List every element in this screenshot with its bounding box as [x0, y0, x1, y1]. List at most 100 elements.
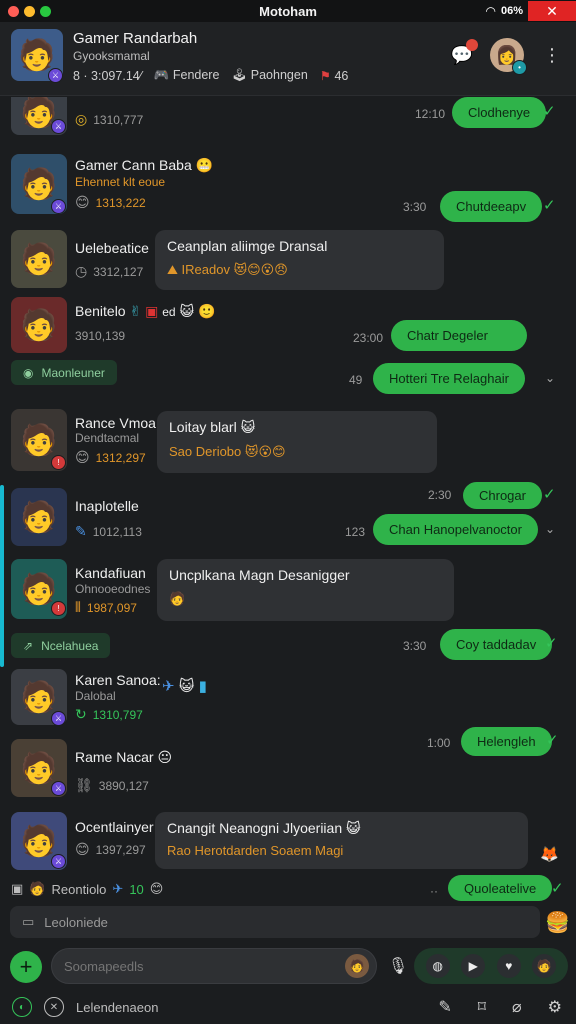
read-check-icon: ✓: [543, 486, 556, 503]
list-item[interactable]: 🧑 ⚔ ◎ 1310,777 12:10 Clodhenye ✓: [0, 97, 576, 145]
timestamp: 12:10: [415, 107, 446, 121]
list-item[interactable]: ▣ 🧑 Reontiolo ✈ 10 😊 ·· Quoleatelive ✓: [0, 875, 576, 905]
video-icon[interactable]: ▶: [461, 954, 486, 978]
member-count: 😊 1312,297: [75, 449, 146, 465]
feather-icon: ✎: [75, 523, 87, 539]
attach-icon[interactable]: ⌀: [512, 997, 522, 1017]
verified-badge-icon: ⚔: [48, 68, 63, 83]
timestamp: 3:30: [403, 639, 427, 653]
heart-icon[interactable]: ♥: [496, 954, 521, 978]
add-attachment-button[interactable]: +: [10, 951, 42, 983]
globe-icon[interactable]: ◍: [425, 954, 450, 978]
list-item[interactable]: 🧑 ⚔ Gamer Cann Baba 😬 Ehennet klt eoue 😊…: [0, 154, 576, 222]
notification-dot: [466, 39, 478, 51]
outgoing-message[interactable]: Helengleh: [461, 727, 552, 756]
member-count: ◎ 1310,777: [75, 111, 144, 127]
verified-badge-icon: ⚔: [51, 854, 66, 869]
close-icon[interactable]: ✕: [44, 997, 64, 1017]
microphone-icon[interactable]: 🎙: [386, 954, 410, 978]
message-input[interactable]: [51, 948, 377, 984]
read-check-icon: ✓: [546, 732, 559, 749]
status-pill[interactable]: ◉ Maonleuner: [11, 360, 117, 385]
list-item[interactable]: 🧑 ! Kandafiuan Ohnooeodnes ⫴ 1987,097 Unc…: [0, 559, 576, 669]
member-count: 😊 1397,297: [75, 841, 146, 857]
outgoing-message[interactable]: Chrogar: [463, 482, 542, 509]
list-item[interactable]: 🧑 Benitelo ✌ ▣ ed 😺 🙂 3910,139 23:00 Cha…: [0, 297, 576, 394]
verified-badge-icon: ⚔: [51, 711, 66, 726]
chat-name: Rance Vmoa:: [75, 415, 160, 431]
timestamp: 3:30: [403, 200, 427, 214]
member-count: ◷ 3312,127: [75, 263, 144, 279]
status-pill[interactable]: ⇗ Ncelahuea: [11, 633, 111, 658]
close-window-button[interactable]: ✕: [528, 1, 576, 21]
avatar[interactable]: 🧑: [11, 488, 67, 546]
message-subtext: Rao Herotdarden Soaem Magi: [167, 843, 344, 858]
smile-icon: 😊: [75, 841, 90, 857]
incoming-message[interactable]: Ceanplan aliimge Dransal ⛰ IReadov 😻😊😮😠: [155, 230, 444, 290]
incoming-message[interactable]: Uncplkana Magn Desanigger 🧑: [157, 559, 454, 621]
more-menu-button[interactable]: ⋮: [538, 41, 566, 69]
chat-subtitle: Ehennet klt eoue: [75, 175, 166, 189]
message-text: Cnangit Neanogni Jlyoeriian 😺: [167, 820, 361, 836]
stat-gamepad: 🕹 Paohngen: [231, 68, 308, 82]
incoming-message[interactable]: Loitay blarl 😺 Sao Deriobo 😻😮😊: [157, 411, 437, 473]
avatar[interactable]: 🧑: [345, 954, 369, 978]
chat-name: Benitelo ✌ ▣ ed 😺 🙂: [75, 303, 216, 319]
list-item[interactable]: 🧑 ! Rance Vmoa: Dendtacmal 😊 1312,297 Loi…: [0, 409, 576, 475]
outgoing-message[interactable]: Chatr Degeler: [391, 320, 527, 351]
dot-icon: ◉: [23, 365, 34, 380]
signal-icon: ⇗: [23, 638, 34, 653]
group-chat-button[interactable]: 💬: [448, 39, 478, 69]
list-item[interactable]: 🧑 ⚔ Ocentlainyer 😊 1397,297 Cnangit Neano…: [0, 809, 576, 877]
timestamp: 123: [345, 525, 366, 539]
chat-name: Uelebeatice: [75, 240, 149, 256]
outgoing-message[interactable]: Chutdeeapv: [440, 191, 543, 222]
chat-name: Karen Sanoa:: [75, 672, 161, 688]
chat-subtitle: Dendtacmal: [75, 431, 140, 445]
outgoing-message[interactable]: Quoleatelive: [448, 875, 553, 901]
avatar[interactable]: 🧑: [532, 954, 557, 978]
member-count: ✎ 1012,113: [75, 523, 142, 539]
verified-badge-icon: ⚔: [51, 781, 66, 796]
status-icon[interactable]: ◐: [12, 997, 32, 1017]
chat-name: Kandafiuan: [75, 565, 146, 581]
bookmark-icon[interactable]: ⌑: [478, 997, 486, 1017]
burger-sticker-icon[interactable]: 🍔: [545, 910, 570, 935]
chat-name-row: ▣ 🧑 Reontiolo ✈ 10 😊: [11, 881, 164, 897]
outgoing-message[interactable]: Hotteri Tre Relaghair: [373, 363, 525, 394]
incoming-message[interactable]: Cnangit Neanogni Jlyoeriian 😺 Rao Herotd…: [155, 812, 528, 869]
reply-placeholder: Leoloniede: [44, 914, 108, 930]
list-item[interactable]: 🧑 ⚔ Rame Nacar 😐 ⛓ 3890,127 1:00 Helengle…: [0, 727, 576, 805]
composer: + 🧑 🎙 ◍ ▶ ♥ 🧑: [0, 944, 576, 988]
bars-icon: ⫴: [75, 599, 81, 615]
outgoing-message[interactable]: Chan Hanopelvanoctor: [373, 514, 538, 545]
reply-bar[interactable]: ▭ Leoloniede: [10, 906, 540, 938]
message-text: Uncplkana Magn Desanigger: [169, 567, 350, 583]
member-count: ↻ 1310,797: [75, 706, 143, 722]
timestamp: 49: [349, 373, 363, 387]
outgoing-message[interactable]: Clodhenye: [452, 97, 547, 128]
header-actions: 💬 👩 • ⋮: [448, 38, 566, 75]
list-item[interactable]: 🧑 Inaplotelle ✎ 1012,113 2:30 Chrogar ✓ 1…: [0, 482, 576, 552]
alert-badge-icon: !: [51, 601, 66, 616]
settings-icon[interactable]: ⚙: [548, 997, 562, 1017]
avatar[interactable]: 🧑: [11, 230, 67, 288]
outgoing-message[interactable]: Coy taddadav: [440, 629, 553, 660]
chevron-down-icon[interactable]: ⌄: [545, 522, 555, 536]
list-item[interactable]: 🧑 Uelebeatice ◷ 3312,127 Ceanplan aliimge…: [0, 230, 576, 294]
chat-header: 🧑 ⚔ Gamer Randarbah Gyooksmamal 8 · 3:09…: [0, 22, 576, 96]
list-item[interactable]: 🧑 ⚔ Karen Sanoa: Dalobal ↻ 1310,797 ✈ 😺 ▮: [0, 669, 576, 731]
chevron-down-icon[interactable]: ⌄: [545, 371, 555, 385]
edit-icon[interactable]: ✎: [438, 997, 451, 1017]
verified-badge-icon: ⚔: [51, 199, 66, 214]
read-check-icon: ✓: [551, 880, 564, 897]
stat-controller: 🎮 Fendere: [153, 68, 220, 82]
avatar[interactable]: 🧑: [11, 297, 67, 353]
chat-name: Gamer Cann Baba 😬: [75, 157, 214, 173]
chat-list[interactable]: 🧑 ⚔ ◎ 1310,777 12:10 Clodhenye ✓ 🧑 ⚔ Game…: [0, 97, 576, 905]
chat-name: Rame Nacar 😐: [75, 749, 173, 765]
coin-icon: ◎: [75, 111, 88, 127]
chat-subtitle: Ohnooeodnes: [75, 582, 151, 596]
my-avatar[interactable]: 👩 •: [490, 38, 527, 75]
message-reactions: ⛰ IReadov 😻😊😮😠: [167, 262, 288, 277]
